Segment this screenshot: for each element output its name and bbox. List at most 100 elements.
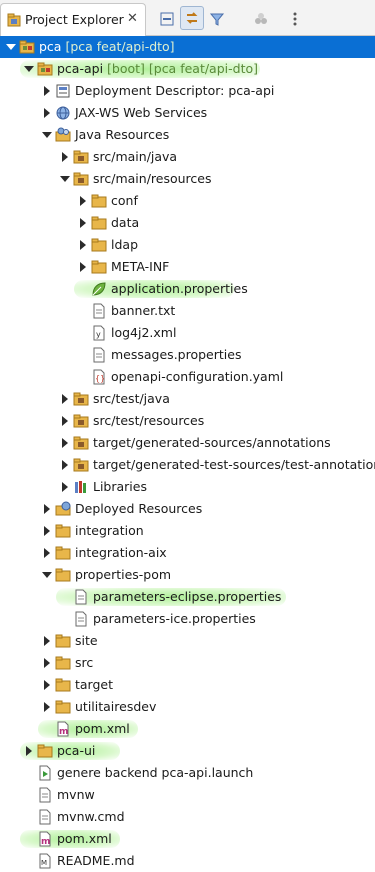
chevron-right-icon[interactable] (62, 438, 68, 448)
collapse-all-icon[interactable] (156, 8, 178, 30)
tree-item-label: pca-ui (57, 743, 95, 758)
chevron-right-icon[interactable] (80, 240, 86, 250)
tree-item[interactable]: src/main/resources (0, 168, 375, 190)
chevron-right-icon[interactable] (80, 218, 86, 228)
chevron-right-icon[interactable] (44, 526, 50, 536)
tree-item[interactable]: src/main/java (0, 146, 375, 168)
chevron-right-icon[interactable] (44, 504, 50, 514)
item-name: pca-ui (57, 743, 96, 758)
tree-item-label: conf (111, 193, 138, 208)
chevron-right-icon[interactable] (44, 658, 50, 668)
chevron-right-icon[interactable] (44, 636, 50, 646)
item-name: application.properties (111, 281, 248, 296)
item-name: openapi-configuration.yaml (111, 369, 284, 384)
chevron-down-icon[interactable] (6, 44, 16, 50)
view-menu-icon[interactable] (284, 8, 306, 30)
tree-item[interactable]: m pom.xml (0, 828, 375, 850)
tree-item[interactable]: integration (0, 520, 375, 542)
tree-item-label: target (75, 677, 113, 692)
item-name: parameters-ice.properties (93, 611, 256, 626)
tree-item[interactable]: Deployment Descriptor: pca-api (0, 80, 375, 102)
maven-pom-icon: m (55, 721, 71, 737)
tree-item[interactable]: site (0, 630, 375, 652)
tree-item[interactable]: genere backend pca-api.launch (0, 762, 375, 784)
tree-item[interactable]: Java Resources (0, 124, 375, 146)
tree-item[interactable]: properties-pom (0, 564, 375, 586)
tree-item-label: target/generated-test-sources/test-annot… (93, 457, 375, 472)
tree-item[interactable]: messages.properties (0, 344, 375, 366)
tree-item[interactable]: mvnw.cmd (0, 806, 375, 828)
chevron-right-icon[interactable] (80, 196, 86, 206)
tree-item[interactable]: ldap (0, 234, 375, 256)
folder-icon (55, 567, 71, 583)
item-name: pom.xml (75, 721, 130, 736)
tree-item[interactable]: pca-api [boot] [pca feat/api-dto] (0, 58, 375, 80)
tree-item[interactable]: src/test/java (0, 388, 375, 410)
chevron-down-icon[interactable] (24, 66, 34, 72)
chevron-right-icon[interactable] (44, 86, 50, 96)
chevron-down-icon[interactable] (42, 132, 52, 138)
tree-item[interactable]: banner.txt (0, 300, 375, 322)
chevron-right-icon[interactable] (62, 482, 68, 492)
chevron-right-icon[interactable] (62, 394, 68, 404)
tree-item[interactable]: src (0, 652, 375, 674)
chevron-right-icon[interactable] (62, 460, 68, 470)
tree-item[interactable]: mvnw (0, 784, 375, 806)
tree-item[interactable]: target/generated-sources/annotations (0, 432, 375, 454)
tree-item[interactable]: {} openapi-configuration.yaml (0, 366, 375, 388)
tree-item-label: pom.xml (57, 831, 112, 846)
chevron-right-icon[interactable] (44, 108, 50, 118)
tree-item[interactable]: application.properties (0, 278, 375, 300)
tree-item[interactable]: M README.md (0, 850, 375, 872)
tree-item[interactable]: data (0, 212, 375, 234)
filter-icon[interactable] (206, 8, 228, 30)
tree-item[interactable]: src/test/resources (0, 410, 375, 432)
cluster-icon[interactable] (250, 8, 272, 30)
item-name: Deployment Descriptor: pca-api (75, 83, 275, 98)
tree-item-label: properties-pom (75, 567, 171, 582)
svg-text:m: m (59, 727, 68, 737)
source-folder-icon (73, 413, 89, 429)
item-name: Deployed Resources (75, 501, 203, 516)
tree-item[interactable]: integration-aix (0, 542, 375, 564)
chevron-down-icon[interactable] (42, 572, 52, 578)
chevron-right-icon[interactable] (26, 746, 32, 756)
tree-item[interactable]: target (0, 674, 375, 696)
tree-item[interactable]: META-INF (0, 256, 375, 278)
tree-item[interactable]: target/generated-test-sources/test-annot… (0, 454, 375, 476)
chevron-down-icon[interactable] (60, 176, 70, 182)
item-name: integration (75, 523, 144, 538)
tree-item[interactable]: pca-ui (0, 740, 375, 762)
tree-item-label: pom.xml (75, 721, 130, 736)
tree-item[interactable]: y log4j2.xml (0, 322, 375, 344)
close-icon[interactable]: ✕ (127, 11, 138, 26)
tree-item-label: banner.txt (111, 303, 175, 318)
tree-item[interactable]: pca [pca feat/api-dto] (0, 36, 375, 58)
chevron-right-icon[interactable] (62, 416, 68, 426)
tree-item[interactable]: Libraries (0, 476, 375, 498)
deployment-descriptor-icon (55, 83, 71, 99)
tree-item-label: Deployment Descriptor: pca-api (75, 83, 274, 98)
tab-project-explorer[interactable]: Project Explorer ✕ (0, 3, 146, 36)
tree-item-label: integration-aix (75, 545, 167, 560)
item-name: data (111, 215, 140, 230)
item-name: conf (111, 193, 138, 208)
chevron-right-icon[interactable] (44, 702, 50, 712)
chevron-right-icon[interactable] (62, 152, 68, 162)
tree-item[interactable]: conf (0, 190, 375, 212)
tree-item-label: integration (75, 523, 144, 538)
item-name: log4j2.xml (111, 325, 177, 340)
tree-item[interactable]: parameters-eclipse.properties (0, 586, 375, 608)
link-with-editor-icon[interactable] (180, 6, 204, 30)
tree-item[interactable]: parameters-ice.properties (0, 608, 375, 630)
chevron-right-icon[interactable] (44, 548, 50, 558)
tree-item[interactable]: utilitairesdev (0, 696, 375, 718)
tree-item[interactable]: Deployed Resources (0, 498, 375, 520)
item-name: src (75, 655, 94, 670)
chevron-right-icon[interactable] (80, 262, 86, 272)
xml-file-icon: y (91, 325, 107, 341)
tree-item[interactable]: m pom.xml (0, 718, 375, 740)
tree-item[interactable]: JAX-WS Web Services (0, 102, 375, 124)
chevron-right-icon[interactable] (44, 680, 50, 690)
tree-item-label: pca-api [boot] [pca feat/api-dto] (57, 61, 258, 76)
